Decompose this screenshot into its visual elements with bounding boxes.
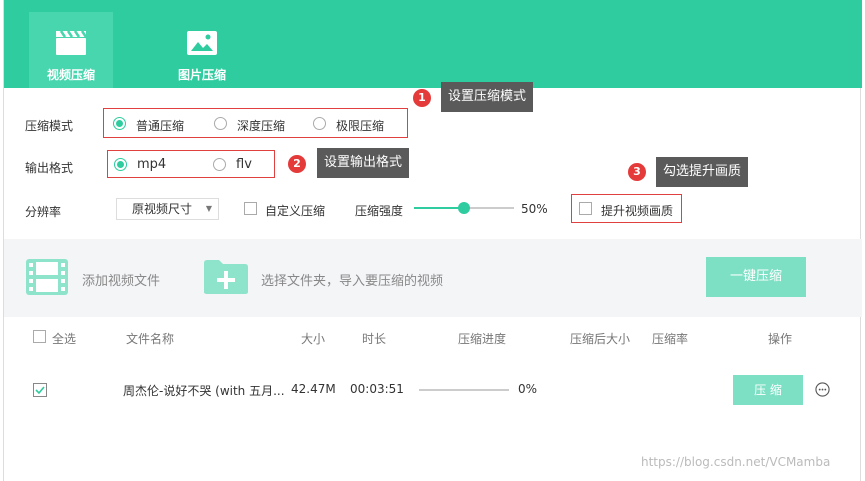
option-deep-label: 深度压缩 [237,119,286,133]
radio-extreme-compress[interactable] [313,117,326,130]
compress-strength-label: 压缩强度 [355,204,404,218]
compress-strength-slider[interactable] [414,202,514,214]
film-strip-icon [26,259,68,295]
row-progress-bar [419,389,509,391]
resolution-select[interactable]: 原视频尺寸 ▼ [116,198,219,220]
radio-flv[interactable] [213,158,226,171]
image-icon [187,31,217,55]
row-progress-value: 0% [518,382,538,396]
header-bar: 视频压缩 图片压缩 [4,0,862,88]
slider-fill [414,207,464,209]
watermark-text: https://blog.csdn.net/VCMamba [641,455,831,469]
col-file-name: 文件名称 [126,332,175,346]
custom-compress-label: 自定义压缩 [265,204,326,218]
col-duration: 时长 [362,332,387,346]
row-duration: 00:03:51 [350,382,404,396]
tab-video-compress[interactable]: 视频压缩 [29,12,113,88]
custom-compress-checkbox[interactable] [244,202,257,215]
radio-normal-compress[interactable] [113,117,126,130]
slider-handle[interactable] [458,202,470,214]
col-select-all: 全选 [52,332,77,346]
col-compressed-size: 压缩后大小 [570,332,631,346]
improve-quality-checkbox[interactable] [579,202,592,215]
option-mp4-label: mp4 [137,157,167,172]
tab-image-compress[interactable]: 图片压缩 [160,12,244,88]
select-folder-link[interactable]: 选择文件夹，导入要压缩的视频 [261,270,443,289]
annotation-badge-3: 3 [628,163,646,181]
select-all-checkbox[interactable] [33,330,46,343]
output-format-label: 输出格式 [25,161,74,175]
resolution-value: 原视频尺寸 [132,202,193,216]
row-size: 42.47M [291,382,336,396]
row-file-name: 周杰伦-说好不哭 (with 五月... [123,384,285,398]
annotation-tip-3: 勾选提升画质 [656,157,749,187]
annotation-badge-1: 1 [413,89,431,107]
app-window: 视频压缩 图片压缩 压缩模式 普通压缩 深度压缩 极限压缩 1 设置压缩模式 输… [3,0,862,481]
chevron-down-icon: ▼ [205,204,212,213]
compress-mode-label: 压缩模式 [25,119,74,133]
compress-strength-value: 50% [521,202,548,216]
compress-all-button[interactable]: 一键压缩 [706,257,806,297]
tab-image-label: 图片压缩 [177,68,226,82]
col-size: 大小 [301,332,326,346]
option-normal-label: 普通压缩 [136,119,185,133]
row-compress-button[interactable]: 压 缩 [733,375,803,405]
col-actions: 操作 [768,332,793,346]
option-flv-label: flv [236,157,252,172]
annotation-tip-1: 设置压缩模式 [441,82,534,112]
option-extreme-label: 极限压缩 [336,119,385,133]
col-progress: 压缩进度 [458,332,507,346]
folder-add-icon [204,260,248,294]
radio-deep-compress[interactable] [214,117,227,130]
annotation-badge-2: 2 [288,155,306,173]
more-options-icon[interactable] [815,382,830,397]
annotation-tip-2: 设置输出格式 [317,148,410,178]
improve-quality-label: 提升视频画质 [601,204,674,218]
radio-mp4[interactable] [114,158,127,171]
clapperboard-icon [56,30,87,55]
col-compress-rate: 压缩率 [652,332,689,346]
resolution-label: 分辨率 [25,205,62,219]
add-video-file-link[interactable]: 添加视频文件 [82,270,160,289]
row-checkbox[interactable] [33,383,47,397]
tab-video-label: 视频压缩 [46,68,95,82]
